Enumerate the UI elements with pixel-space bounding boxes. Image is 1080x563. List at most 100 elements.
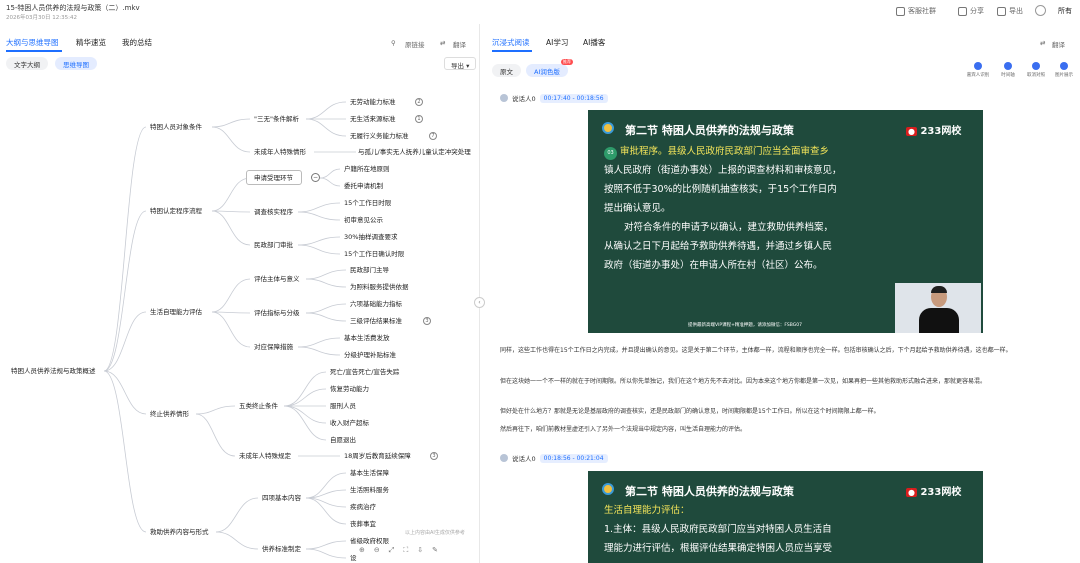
- slide-title: 第二节 特困人员供养的法规与政策: [625, 485, 794, 498]
- image-show-button[interactable]: 图片展示: [1049, 62, 1079, 78]
- compare-label: 取消对照: [1027, 73, 1045, 78]
- brand-logo: ● 233网校: [906, 487, 962, 498]
- ref-badge[interactable]: 3: [423, 317, 431, 325]
- compare-button[interactable]: 取消对照: [1021, 62, 1051, 78]
- mindmap-node[interactable]: 未成年人特殊情形: [254, 148, 306, 157]
- mindmap-node[interactable]: 民政部门审批: [254, 241, 293, 250]
- mindmap-node[interactable]: "三无"条件解析: [254, 115, 299, 124]
- mindmap-node[interactable]: 基本生活费发放: [344, 334, 390, 343]
- timeline-button[interactable]: 时间轴: [993, 62, 1023, 78]
- mindmap-node[interactable]: 死亡/宣告死亡/宣告失踪: [330, 368, 399, 377]
- export-icon: [997, 6, 1006, 16]
- mindmap-node[interactable]: 五类终止条件: [239, 402, 278, 411]
- mindmap-node[interactable]: 特困人员对象条件: [150, 123, 202, 132]
- mindmap-node[interactable]: 生活自理能力评估: [150, 308, 202, 317]
- mindmap-node[interactable]: 与孤儿/事实无人抚养儿童认定冲突处理: [358, 148, 471, 157]
- clock-icon: [1004, 62, 1012, 70]
- subtab-ai-polished[interactable]: AI润色版: [526, 64, 568, 77]
- mindmap-node[interactable]: 六项基础能力指标: [350, 300, 402, 309]
- mindmap-node[interactable]: 对应保障措施: [254, 343, 293, 352]
- panel-divider[interactable]: [479, 24, 480, 563]
- mindmap-node[interactable]: 三级评估结果标准: [350, 317, 402, 326]
- speaker-avatar-icon: [500, 454, 508, 462]
- mindmap-node[interactable]: 18周岁后教育延续保障: [344, 452, 411, 461]
- zoom-out-icon[interactable]: ⊖: [374, 546, 380, 554]
- fullscreen-icon[interactable]: ⛶: [403, 546, 408, 555]
- ref-badge[interactable]: 1: [415, 115, 423, 123]
- share-icon: [958, 6, 967, 16]
- tab-ai-learning[interactable]: AI学习: [546, 37, 568, 48]
- notification-icon[interactable]: [1035, 5, 1046, 16]
- tab-ai-podcast[interactable]: AI播客: [583, 37, 605, 48]
- speaker-recognition-label: 嘉宾人识别: [966, 73, 990, 78]
- image-show-label: 图片展示: [1055, 73, 1073, 78]
- mindmap-node[interactable]: 收入财产超标: [330, 419, 369, 428]
- course-logo-icon: [602, 483, 614, 495]
- mindmap-node[interactable]: 调查核实程序: [254, 208, 293, 217]
- mindmap-node[interactable]: 无履行义务能力标准: [350, 132, 409, 141]
- ref-badge[interactable]: 2: [415, 98, 423, 106]
- mindmap-node[interactable]: 恢复劳动能力: [330, 385, 369, 394]
- mindmap-node[interactable]: 基本生活保障: [350, 469, 389, 478]
- customer-group-button[interactable]: 客服社群: [896, 6, 936, 16]
- timestamp-link[interactable]: 00:17:40 - 00:18:56: [539, 93, 608, 103]
- transcript-paragraph: 然后再往下，咱们前教材里虚还引入了另外一个法规当中规定内容，叫生活自理能力的评估…: [500, 426, 747, 433]
- slide-image[interactable]: 第二节 特困人员供养的法规与政策 ● 233网校 生活自理能力评估： 1.主体：…: [588, 471, 983, 563]
- mindmap-node[interactable]: 为照料服务提供依据: [350, 283, 409, 292]
- mindmap-node[interactable]: 丧葬事宜: [350, 520, 376, 529]
- mindmap-root[interactable]: 特困人员供养法规与政策概述: [11, 367, 96, 376]
- mindmap-node[interactable]: 未成年人特殊规定: [239, 452, 291, 461]
- mindmap-node[interactable]: 30%抽样调查要求: [344, 233, 397, 242]
- download-icon[interactable]: ⇩: [417, 546, 423, 554]
- transcript-paragraph: 同样，这些工作也得在15个工作日之内完成，并且提出确认的意见。这是关于第二个环节…: [500, 347, 1012, 354]
- translate-button[interactable]: 翻译: [1052, 39, 1065, 49]
- mindmap-node[interactable]: 委托申请机制: [344, 182, 383, 191]
- slide-title: 第二节 特困人员供养的法规与政策: [625, 124, 794, 137]
- mindmap-node[interactable]: 分级护理补贴标准: [344, 351, 396, 360]
- mindmap-node[interactable]: 民政部门主导: [350, 266, 389, 275]
- timestamp-link[interactable]: 00:18:56 - 00:21:04: [539, 453, 608, 463]
- mindmap-node[interactable]: 供养标准制定: [262, 545, 301, 554]
- export-top-button[interactable]: 导出: [997, 6, 1023, 16]
- mindmap-node[interactable]: 自愿退出: [330, 436, 356, 445]
- mindmap-node[interactable]: 终止供养情形: [150, 410, 189, 419]
- collapse-panel-icon[interactable]: ‹: [474, 297, 485, 308]
- mindmap-node[interactable]: 服刑人员: [330, 402, 356, 411]
- mindmap-node[interactable]: 生活照料服务: [350, 486, 389, 495]
- mindmap-toolbar: ⊕ ⊖ ⤢ ⛶ ⇩ ✎: [355, 541, 470, 559]
- mindmap-node[interactable]: 评估主体与意义: [254, 275, 300, 284]
- speaker-name: 说话人0: [512, 455, 536, 463]
- mindmap-node[interactable]: 15个工作日时限: [344, 199, 391, 208]
- zoom-in-icon[interactable]: ⊕: [359, 546, 365, 554]
- share-button[interactable]: 分享: [958, 6, 984, 16]
- mindmap-node[interactable]: 特困认定程序流程: [150, 207, 202, 216]
- speaker-recognition-button[interactable]: 嘉宾人识别: [963, 62, 993, 78]
- active-tab-indicator: [492, 50, 532, 52]
- ref-badge[interactable]: 7: [429, 132, 437, 140]
- ai-disclaimer: 以上内容由AI生成仅供参考: [405, 530, 465, 536]
- ref-badge[interactable]: 3: [430, 452, 438, 460]
- subtab-original[interactable]: 原文: [492, 64, 521, 77]
- fit-icon[interactable]: ⤢: [389, 546, 395, 555]
- share-label: 分享: [970, 7, 984, 15]
- mindmap-node[interactable]: 户籍所在地原则: [344, 165, 390, 174]
- course-logo-icon: [602, 122, 614, 134]
- collapse-node-button[interactable]: −: [311, 173, 320, 182]
- mindmap-node[interactable]: 无劳动能力标准: [350, 98, 396, 107]
- mindmap-node[interactable]: 救助供养内容与形式: [150, 528, 209, 537]
- mindmap-node[interactable]: 评估指标与分级: [254, 309, 300, 318]
- edit-icon[interactable]: ✎: [432, 546, 438, 554]
- more-menu[interactable]: 所有: [1058, 6, 1072, 16]
- export-top-label: 导出: [1009, 7, 1023, 15]
- mindmap-node[interactable]: 疾病治疗: [350, 503, 376, 512]
- tab-immersive-reading[interactable]: 沉浸式阅读: [492, 37, 530, 48]
- compare-icon: [1032, 62, 1040, 70]
- mindmap-node[interactable]: 无生活来源标准: [350, 115, 396, 124]
- mindmap-node[interactable]: 申请受理环节: [254, 174, 293, 183]
- mindmap-node[interactable]: 初审意见公示: [344, 216, 383, 225]
- speaker-header: 说话人0 00:18:56 - 00:21:04: [500, 453, 608, 463]
- mindmap-node[interactable]: 15个工作日确认时限: [344, 250, 404, 259]
- speaker-avatar-icon: [500, 94, 508, 102]
- slide-text: 生活自理能力评估： 1.主体：县级人民政府民政部门应当对特困人员生活自 理能力进…: [604, 505, 833, 554]
- mindmap-node[interactable]: 四项基本内容: [262, 494, 301, 503]
